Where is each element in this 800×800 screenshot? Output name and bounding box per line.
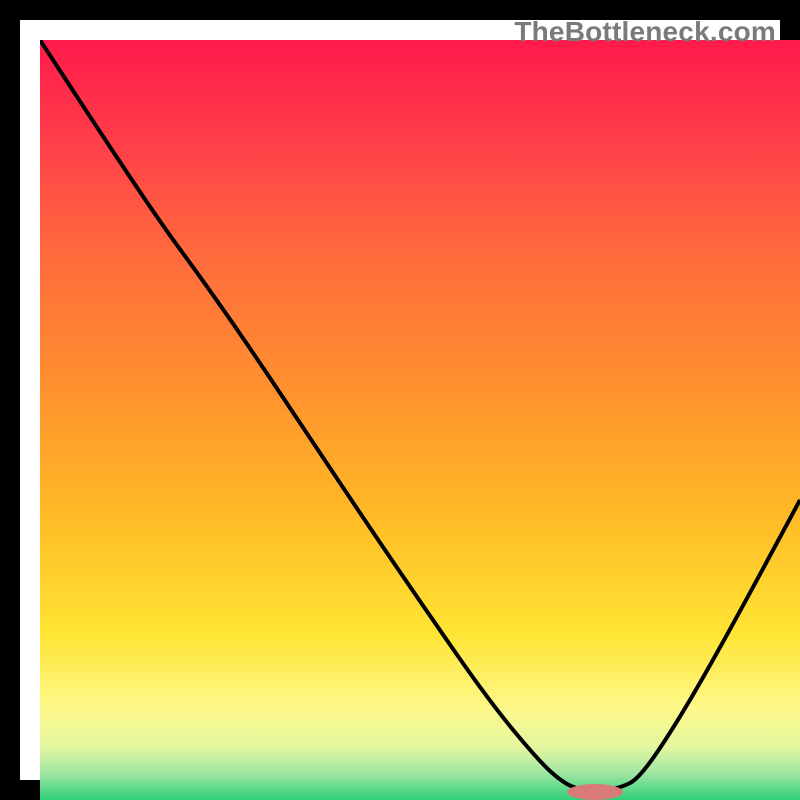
chart-frame: TheBottleneck.com <box>0 0 800 800</box>
chart-plot <box>40 40 800 800</box>
watermark-text: TheBottleneck.com <box>514 16 776 48</box>
optimal-marker <box>567 784 623 800</box>
chart-background <box>40 40 800 800</box>
